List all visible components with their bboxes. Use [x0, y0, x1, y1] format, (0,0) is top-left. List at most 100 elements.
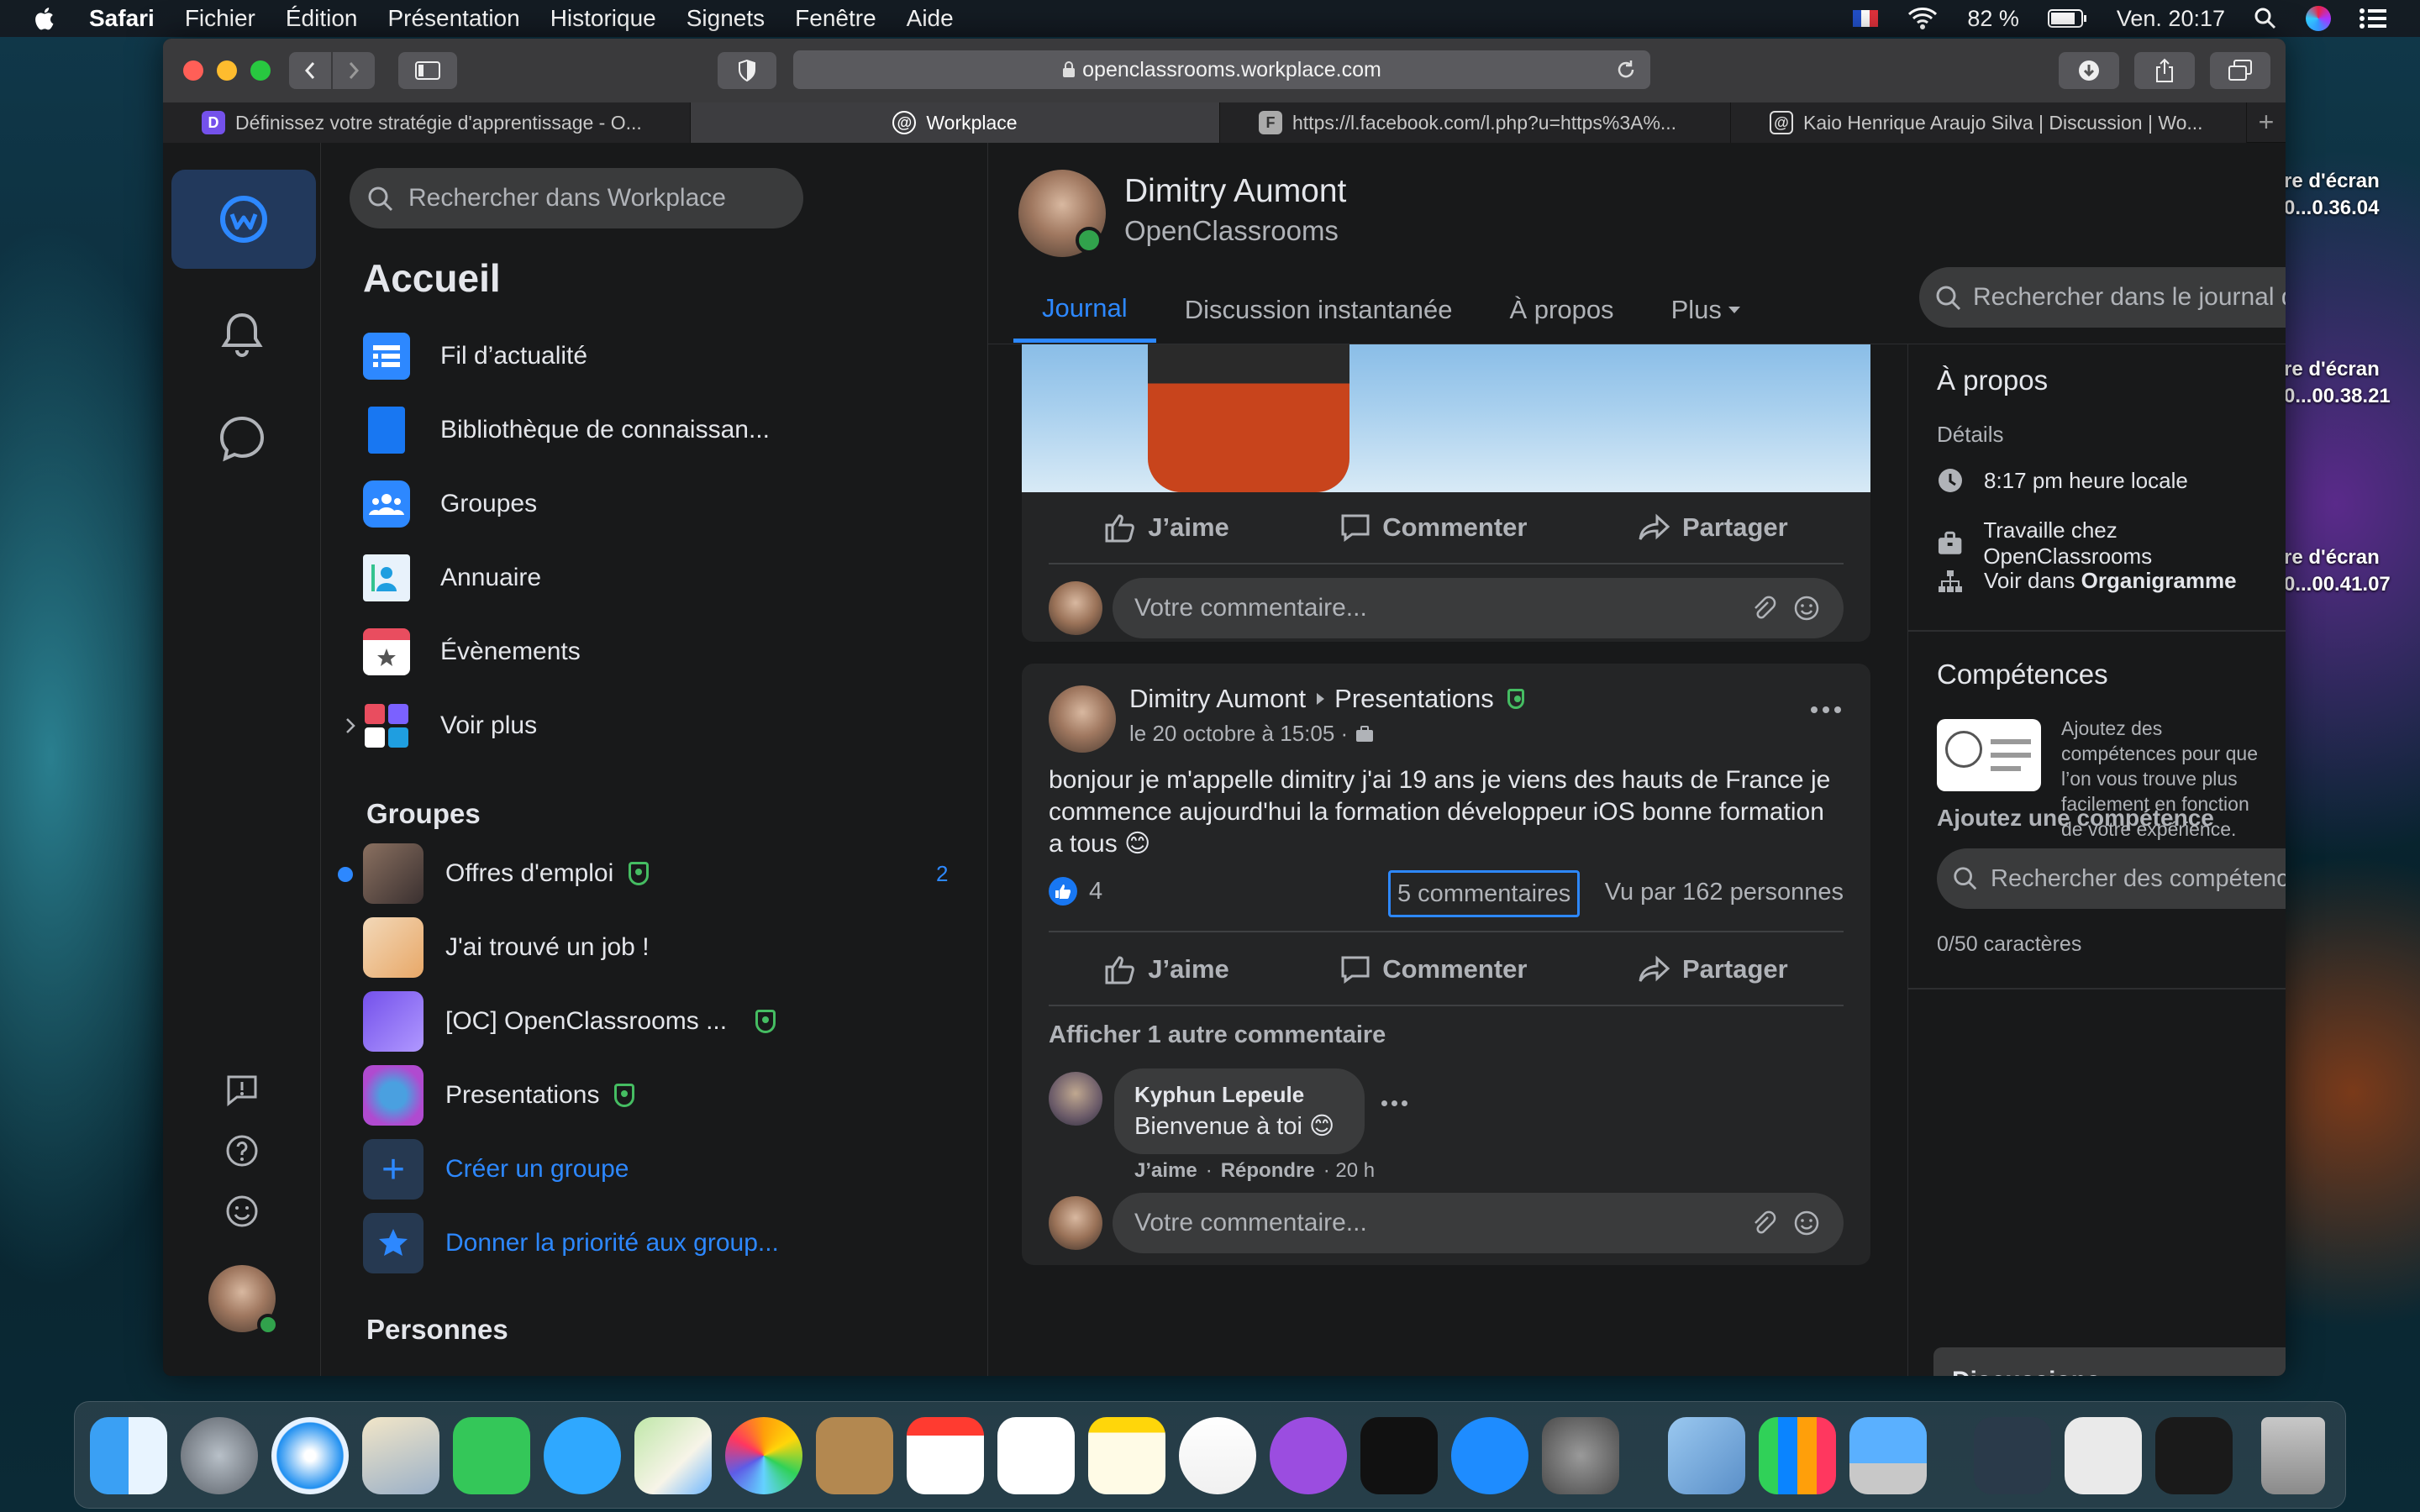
back-button[interactable]: [289, 52, 331, 89]
minimize-window-button[interactable]: [217, 60, 237, 81]
post-author[interactable]: Dimitry Aumont: [1129, 684, 1306, 714]
browser-tab[interactable]: @ Kaio Henrique Araujo Silva | Discussio…: [1731, 102, 2247, 143]
post-author-avatar[interactable]: [1049, 685, 1116, 753]
help-button[interactable]: [212, 1121, 272, 1181]
calendar-app-icon[interactable]: [907, 1417, 984, 1494]
nav-item-directory[interactable]: Annuaire: [363, 541, 834, 615]
desktop-file-label[interactable]: re d'écran 0...00.41.07: [2284, 544, 2391, 598]
reload-icon[interactable]: [1615, 59, 1637, 81]
photos-icon[interactable]: [725, 1417, 802, 1494]
system-preferences-icon[interactable]: [1542, 1417, 1619, 1494]
works-at[interactable]: Travaille chez OpenClassrooms: [1983, 517, 2286, 570]
tab-journal[interactable]: Journal: [1013, 277, 1156, 343]
battery-percent[interactable]: 82 %: [1967, 6, 2019, 32]
music-icon[interactable]: [1179, 1417, 1256, 1494]
podcasts-icon[interactable]: [1270, 1417, 1347, 1494]
menu-item[interactable]: Signets: [687, 5, 765, 32]
numbers-icon[interactable]: [1759, 1417, 1836, 1494]
commenter-avatar[interactable]: [1049, 1196, 1102, 1250]
notifications-button[interactable]: [212, 304, 272, 365]
menu-item[interactable]: Fichier: [185, 5, 255, 32]
nav-item-see-more[interactable]: Voir plus: [346, 689, 834, 763]
spotlight-search-icon[interactable]: [2254, 7, 2277, 30]
nav-item-news-feed[interactable]: Fil d’actualité: [363, 319, 834, 393]
browser-tab[interactable]: F https://l.facebook.com/l.php?u=https%3…: [1220, 102, 1731, 143]
comment-options-button[interactable]: [1381, 1100, 1407, 1106]
notes-icon[interactable]: [1088, 1417, 1165, 1494]
tab-more[interactable]: Plus: [1643, 277, 1770, 343]
org-chart-link[interactable]: Organigramme: [2081, 568, 2237, 593]
address-bar[interactable]: openclassrooms.workplace.com: [793, 50, 1650, 89]
comment-author[interactable]: Kyphun Lepeule: [1134, 1082, 1344, 1108]
app-store-icon[interactable]: [1451, 1417, 1528, 1494]
comment-button[interactable]: Commenter: [1340, 954, 1527, 984]
like-button[interactable]: J’aime: [1104, 512, 1229, 543]
feedback-button[interactable]: [212, 1181, 272, 1242]
post-date[interactable]: le 20 octobre à 15:05 ·: [1129, 721, 1348, 747]
seen-by[interactable]: Vu par 162 personnes: [1593, 879, 1844, 906]
new-tab-button[interactable]: +: [2247, 102, 2286, 142]
forward-button[interactable]: [333, 52, 375, 89]
report-problem-button[interactable]: [212, 1060, 272, 1121]
workplace-home-button[interactable]: [171, 170, 316, 269]
group-item-presentations[interactable]: Presentations: [363, 1058, 951, 1132]
nav-item-groups[interactable]: Groupes: [363, 467, 834, 541]
messages-icon[interactable]: [544, 1417, 621, 1494]
launchpad-icon[interactable]: [181, 1417, 258, 1494]
group-item-found-job[interactable]: J'ai trouvé un job !: [363, 911, 951, 984]
maps-icon[interactable]: [634, 1417, 712, 1494]
comment-reply-link[interactable]: Répondre: [1221, 1159, 1315, 1183]
desktop-file-label[interactable]: re d'écran 0...0.36.04: [2284, 168, 2380, 222]
post-image[interactable]: [1022, 344, 1870, 492]
journal-search-input[interactable]: Rechercher dans le journal de Dimitry: [1919, 267, 2286, 328]
profile-org[interactable]: OpenClassrooms: [1124, 215, 1339, 247]
notification-center-icon[interactable]: [2360, 8, 2386, 29]
privacy-report-button[interactable]: [718, 52, 776, 89]
zoom-window-button[interactable]: [250, 60, 271, 81]
tab-overview-button[interactable]: [2210, 52, 2270, 89]
group-item-openclassrooms[interactable]: [OC] OpenClassrooms ...: [363, 984, 951, 1058]
show-more-comments-link[interactable]: Afficher 1 autre commentaire: [1049, 1021, 1386, 1049]
mail-icon[interactable]: [362, 1417, 439, 1494]
apple-icon[interactable]: [32, 5, 55, 32]
finder-icon[interactable]: [90, 1417, 167, 1494]
menu-item[interactable]: Présentation: [387, 5, 519, 32]
wifi-icon[interactable]: [1907, 7, 1939, 30]
attachment-icon[interactable]: [1751, 1210, 1776, 1236]
create-group-link[interactable]: + Créer un groupe: [363, 1132, 951, 1206]
browser-tab[interactable]: D Définissez votre stratégie d'apprentis…: [163, 102, 691, 143]
reminders-icon[interactable]: [997, 1417, 1075, 1494]
comment-time[interactable]: · 20 h: [1323, 1159, 1375, 1183]
close-window-button[interactable]: [183, 60, 203, 81]
browser-tab-active[interactable]: @ Workplace: [691, 102, 1220, 143]
apple-tv-icon[interactable]: [1360, 1417, 1438, 1494]
reactions-summary[interactable]: 4: [1049, 877, 1102, 906]
contacts-icon[interactable]: [816, 1417, 893, 1494]
preview-icon[interactable]: [1668, 1417, 1745, 1494]
nav-item-knowledge-library[interactable]: Bibliothèque de connaissan...: [363, 393, 834, 467]
menu-item[interactable]: Édition: [286, 5, 358, 32]
like-button[interactable]: J’aime: [1104, 954, 1229, 984]
comment-input[interactable]: Votre commentaire...: [1113, 1193, 1844, 1253]
battery-icon[interactable]: [2047, 8, 2088, 29]
facetime-icon[interactable]: [453, 1417, 530, 1494]
emoji-icon[interactable]: [1793, 1210, 1820, 1236]
downloads-stack-icon[interactable]: [1974, 1417, 2051, 1494]
nav-item-events[interactable]: Évènements: [363, 615, 834, 689]
prioritize-groups-link[interactable]: Donner la priorité aux group...: [363, 1206, 951, 1280]
profile-name[interactable]: Dimitry Aumont: [1124, 173, 1346, 210]
comments-count-link[interactable]: 5 commentaires: [1388, 870, 1581, 917]
menu-item[interactable]: Fenêtre: [795, 5, 876, 32]
comment-like-link[interactable]: J’aime: [1134, 1159, 1197, 1183]
org-chart-row[interactable]: Voir dans Organigramme: [1937, 568, 2237, 594]
documents-stack-icon[interactable]: [2065, 1417, 2142, 1494]
share-button[interactable]: Partager: [1639, 512, 1788, 543]
clock[interactable]: Ven. 20:17: [2117, 6, 2225, 32]
share-button[interactable]: [2134, 52, 2195, 89]
tab-instant-discussion[interactable]: Discussion instantanée: [1156, 277, 1481, 343]
emoji-icon[interactable]: [1793, 595, 1820, 622]
input-source-flag-icon[interactable]: [1853, 10, 1879, 27]
downloads-button[interactable]: [2059, 52, 2119, 89]
trash-icon[interactable]: [2261, 1417, 2325, 1494]
safari-icon[interactable]: [271, 1417, 349, 1494]
